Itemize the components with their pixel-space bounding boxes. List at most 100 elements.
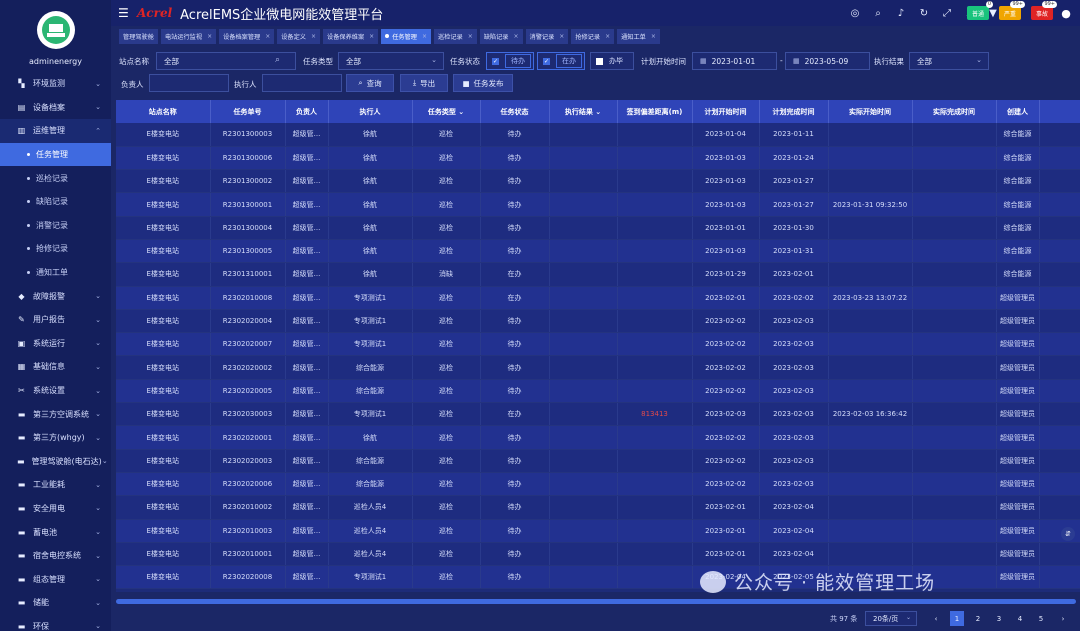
date-from-input[interactable]: ▦ 2023-01-01 bbox=[692, 52, 777, 70]
table-row[interactable]: E楼变电站 R2302020004 超级管... 专项测试1 巡检 待办 2023-02-0… bbox=[116, 309, 1080, 334]
sidebar-item-5[interactable]: ▣ 系统运行 ⌄ bbox=[0, 332, 111, 356]
task-type-select[interactable]: 全部 ⌄ bbox=[338, 52, 444, 70]
tab-10[interactable]: 通知工单 × bbox=[617, 28, 660, 44]
sidebar-subitem-5[interactable]: 通知工单 bbox=[0, 261, 111, 285]
sidebar-item-3[interactable]: ◆ 故障报警 ⌄ bbox=[0, 284, 111, 308]
close-icon[interactable]: × bbox=[207, 33, 212, 40]
sidebar-item-1[interactable]: ▤ 设备档案 ⌄ bbox=[0, 96, 111, 120]
alarm-badge-0[interactable]: 普通 0 bbox=[967, 1, 993, 20]
tab-3[interactable]: 设备定义 × bbox=[277, 28, 321, 44]
table-row[interactable]: E楼变电站 R2301310001 超级管... 徐航 消缺 在办 2023-01-29 20… bbox=[116, 262, 1080, 287]
owner-input[interactable] bbox=[149, 74, 229, 92]
page-4-button[interactable]: 4 bbox=[1013, 611, 1027, 626]
table-row[interactable]: E楼变电站 R2301300002 超级管... 徐航 巡检 待办 2023-01-03 20… bbox=[116, 169, 1080, 194]
table-row[interactable]: E楼变电站 R2302020007 超级管... 专项测试1 巡检 待办 2023-02-0… bbox=[116, 332, 1080, 357]
close-icon[interactable]: × bbox=[651, 33, 656, 40]
close-icon[interactable]: × bbox=[422, 33, 427, 40]
table-row[interactable]: E楼变电站 R2302020001 超级管... 徐航 巡检 待办 2023-02-02 20… bbox=[116, 425, 1080, 450]
fullscreen-icon[interactable]: ⤢ bbox=[940, 6, 954, 20]
query-button[interactable]: ⌕ 查询 bbox=[346, 74, 394, 92]
sidebar-subitem-1[interactable]: 巡检记录 bbox=[0, 166, 111, 190]
table-row[interactable]: E楼变电站 R2301300005 超级管... 徐航 巡检 待办 2023-01-03 20… bbox=[116, 239, 1080, 264]
sidebar-item-13[interactable]: ▬ 蓄电池 ⌄ bbox=[0, 520, 111, 544]
table-row[interactable]: E楼变电站 R2301300004 超级管... 徐航 巡检 待办 2023-01-01 20… bbox=[116, 216, 1080, 240]
column-header-4[interactable]: 任务类型 ⌄ bbox=[412, 100, 481, 123]
sidebar-item-12[interactable]: ▬ 安全用电 ⌄ bbox=[0, 497, 111, 521]
page-size-select[interactable]: 20条/页 ⌄ bbox=[865, 611, 917, 626]
tab-9[interactable]: 抢修记录 × bbox=[571, 28, 615, 44]
table-row[interactable]: E楼变电站 R2301300001 超级管... 徐航 巡检 待办 2023-01-03 20… bbox=[116, 192, 1080, 217]
close-icon[interactable]: × bbox=[468, 33, 473, 40]
sort-icon[interactable]: ⌄ bbox=[593, 108, 601, 116]
tab-5[interactable]: 任务管理 × bbox=[381, 28, 431, 44]
table-row[interactable]: E楼变电站 R2302010008 超级管... 专项测试1 巡检 在办 2023-02-0… bbox=[116, 286, 1080, 310]
sidebar-item-16[interactable]: ▬ 储能 ⌄ bbox=[0, 591, 111, 615]
status-pending-checkbox[interactable]: ✓ 待办 bbox=[486, 52, 534, 70]
horizontal-scrollbar[interactable] bbox=[116, 599, 1080, 604]
table-row[interactable]: E楼变电站 R2302020008 超级管... 专项测试1 巡检 待办 2023-02-0… bbox=[116, 565, 1080, 590]
alarm-badge-1[interactable]: 严重 99+ bbox=[999, 1, 1025, 20]
status-done-checkbox[interactable]: 办毕 bbox=[590, 52, 634, 70]
column-header-6[interactable]: 执行结果 ⌄ bbox=[549, 100, 618, 123]
sidebar-subitem-2[interactable]: 缺陷记录 bbox=[0, 190, 111, 214]
alarm-badge-2[interactable]: 事故 99+ bbox=[1031, 1, 1057, 20]
date-to-input[interactable]: ▦ 2023-05-09 bbox=[785, 52, 870, 70]
page-2-button[interactable]: 2 bbox=[971, 611, 985, 626]
sidebar-item-10[interactable]: ▬ 管理驾驶舱(电石达) ⌄ bbox=[0, 450, 111, 474]
sidebar-item-0[interactable]: ▚ 环境监测 ⌄ bbox=[0, 72, 111, 96]
sidebar-item-17[interactable]: ▬ 环保 ⌄ bbox=[0, 615, 111, 631]
help-icon[interactable]: ◎ bbox=[848, 6, 862, 20]
page-1-button[interactable]: 1 bbox=[950, 611, 964, 626]
volume-icon[interactable]: ♪ bbox=[894, 6, 908, 20]
tab-8[interactable]: 消警记录 × bbox=[525, 28, 569, 44]
sort-icon[interactable]: ⌄ bbox=[456, 108, 464, 116]
menu-toggle-icon[interactable]: ☰ bbox=[118, 6, 130, 20]
table-row[interactable]: E楼变电站 R2301300006 超级管... 徐航 巡检 待办 2023-01-03 20… bbox=[116, 146, 1080, 171]
tab-0[interactable]: 管理驾驶舱 bbox=[119, 28, 158, 44]
tab-1[interactable]: 电站运行监视 × bbox=[160, 28, 217, 44]
table-row[interactable]: E楼变电站 R2302020005 超级管... 综合能源 巡检 待办 2023-02-02… bbox=[116, 379, 1080, 404]
station-select[interactable]: 全部 ⌕ bbox=[156, 52, 296, 70]
tab-7[interactable]: 缺陷记录 × bbox=[479, 28, 523, 44]
executor-input[interactable] bbox=[262, 74, 342, 92]
next-page-button[interactable]: › bbox=[1056, 611, 1070, 626]
sidebar-item-14[interactable]: ▬ 宿舍电控系统 ⌄ bbox=[0, 544, 111, 568]
sidebar-item-2[interactable]: ▥ 运维管理 ⌃ bbox=[0, 119, 111, 143]
table-row[interactable]: E楼变电站 R2301300003 超级管... 徐航 巡检 待办 2023-01-04 20… bbox=[116, 123, 1080, 147]
export-button[interactable]: ⤓ 导出 bbox=[400, 74, 448, 92]
close-icon[interactable]: × bbox=[369, 33, 374, 40]
scroll-handle-icon[interactable]: ⇵ bbox=[1061, 527, 1075, 541]
table-row[interactable]: E楼变电站 R2302020006 超级管... 综合能源 巡检 待办 2023-02-02… bbox=[116, 472, 1080, 497]
tab-4[interactable]: 设备保养维案 × bbox=[323, 28, 379, 44]
sidebar-subitem-3[interactable]: 消警记录 bbox=[0, 214, 111, 238]
publish-task-button[interactable]: ■ 任务发布 bbox=[453, 74, 513, 92]
sidebar-item-6[interactable]: ▦ 基础信息 ⌄ bbox=[0, 355, 111, 379]
result-select[interactable]: 全部 ⌄ bbox=[909, 52, 989, 70]
sidebar-item-9[interactable]: ▬ 第三方(whgy) ⌄ bbox=[0, 426, 111, 450]
sidebar-item-15[interactable]: ▬ 组态管理 ⌄ bbox=[0, 567, 111, 591]
sidebar-item-11[interactable]: ▬ 工业能耗 ⌄ bbox=[0, 473, 111, 497]
prev-page-button[interactable]: ‹ bbox=[929, 611, 943, 626]
scrollbar-thumb[interactable] bbox=[116, 599, 1076, 604]
table-row[interactable]: E楼变电站 R2302030003 超级管... 专项测试1 巡检 在办 813413 202… bbox=[116, 402, 1080, 427]
close-icon[interactable]: × bbox=[559, 33, 564, 40]
search-icon[interactable]: ⌕ bbox=[871, 6, 885, 20]
search-icon[interactable]: ⌕ bbox=[275, 55, 280, 65]
close-icon[interactable]: × bbox=[265, 33, 270, 40]
tab-2[interactable]: 设备档案管理 × bbox=[219, 28, 275, 44]
table-row[interactable]: E楼变电站 R2302010003 超级管... 巡检人员4 巡检 待办 2023-02-0… bbox=[116, 519, 1080, 543]
table-row[interactable]: E楼变电站 R2302010001 超级管... 巡检人员4 巡检 待办 2023-02-0… bbox=[116, 542, 1080, 567]
user-icon[interactable]: ● bbox=[1058, 5, 1074, 21]
page-5-button[interactable]: 5 bbox=[1034, 611, 1048, 626]
sidebar-item-8[interactable]: ▬ 第三方空调系统 ⌄ bbox=[0, 402, 111, 426]
sidebar-item-7[interactable]: ✂ 系统设置 ⌄ bbox=[0, 379, 111, 403]
table-row[interactable]: E楼变电站 R2302020003 超级管... 综合能源 巡检 待办 2023-02-02… bbox=[116, 449, 1080, 473]
close-icon[interactable]: × bbox=[311, 33, 316, 40]
close-icon[interactable]: × bbox=[605, 33, 610, 40]
sidebar-subitem-0[interactable]: 任务管理 bbox=[0, 142, 111, 167]
close-icon[interactable]: × bbox=[514, 33, 519, 40]
table-row[interactable]: E楼变电站 R2302020002 超级管... 综合能源 巡检 待办 2023-02-02… bbox=[116, 355, 1080, 380]
status-doing-checkbox[interactable]: ✓ 在办 bbox=[537, 52, 585, 70]
table-row[interactable]: E楼变电站 R2302010002 超级管... 巡检人员4 巡检 待办 2023-02-0… bbox=[116, 495, 1080, 520]
sidebar-subitem-4[interactable]: 抢修记录 bbox=[0, 237, 111, 261]
